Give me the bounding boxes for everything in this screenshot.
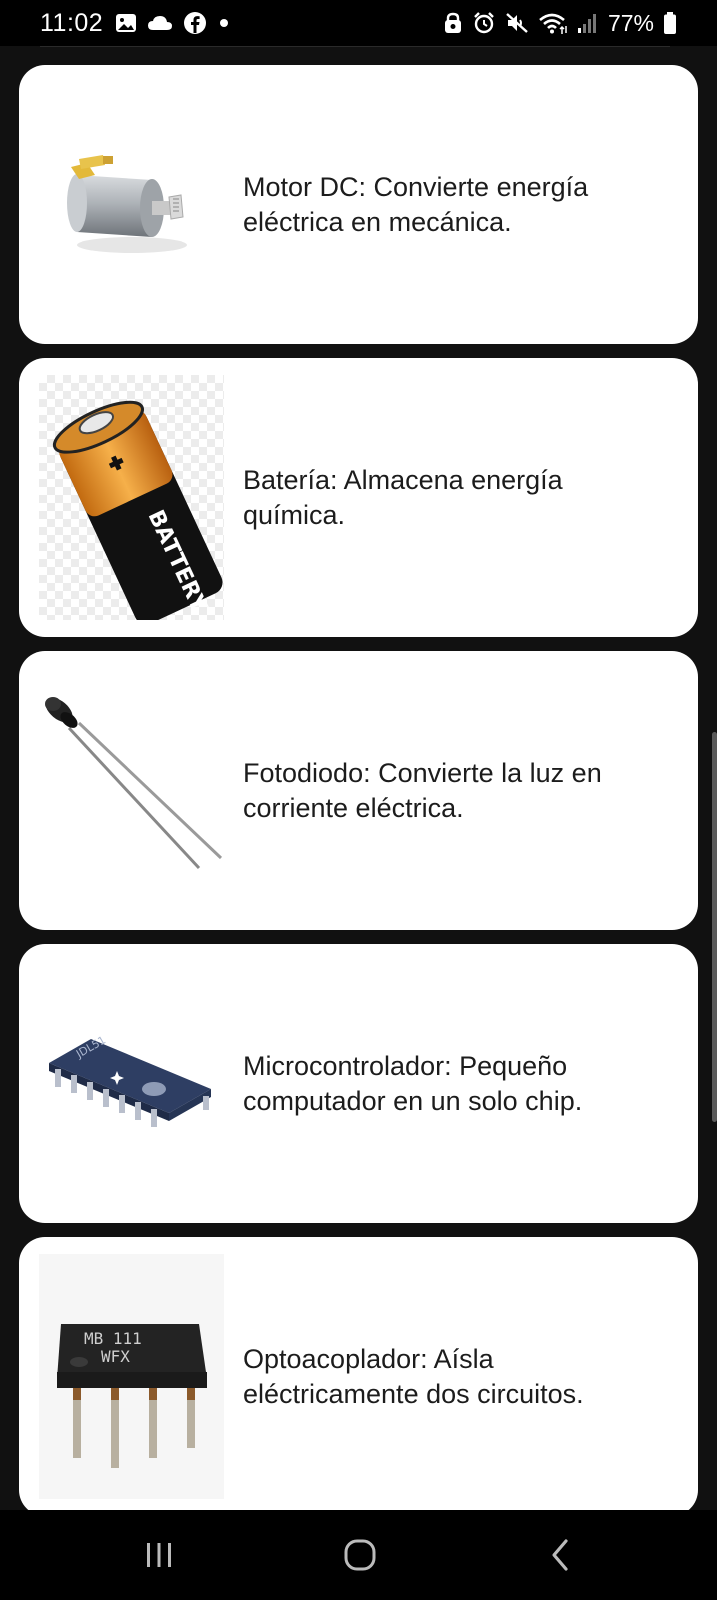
card-fotodiodo[interactable]: Fotodiodo: Convierte la luz en corriente…: [19, 651, 698, 930]
card-description: Motor DC: Convierte energía eléctrica en…: [243, 171, 589, 237]
card-motor-dc[interactable]: Motor DC: Convierte energía eléctrica en…: [19, 65, 698, 344]
status-time: 11:02: [40, 8, 104, 37]
dc-motor-image: [39, 82, 224, 327]
navigation-bar: [0, 1510, 717, 1600]
mute-icon: [506, 13, 528, 33]
card-microcontrolador[interactable]: JDL51 Microcontrolador: Pequeño computad…: [19, 944, 698, 1223]
wifi-icon: [539, 13, 567, 34]
optocoupler-label-2: WFX: [101, 1347, 130, 1366]
back-icon: [552, 1539, 568, 1571]
card-optoacoplador[interactable]: MB 111 WFX Optoacoplador: Aísla eléctric…: [19, 1237, 698, 1510]
optocoupler-label-1: MB 111: [84, 1329, 142, 1348]
recent-apps-button[interactable]: [134, 1532, 184, 1578]
recent-apps-icon: [147, 1543, 171, 1567]
battery-percent: 77%: [607, 9, 654, 36]
system-icons: 77%: [443, 10, 677, 37]
dot-icon: [220, 19, 229, 27]
battery-icon: [664, 12, 676, 34]
card-description: Batería: Almacena energía química.: [243, 464, 563, 530]
component-list[interactable]: Motor DC: Convierte energía eléctrica en…: [0, 47, 717, 1510]
home-button[interactable]: [335, 1532, 385, 1578]
home-icon: [344, 1539, 376, 1571]
battery-image: BATTERY: [39, 375, 224, 620]
vpn-lock-icon: [444, 12, 461, 33]
facebook-icon: [184, 12, 207, 34]
optocoupler-image: MB 111 WFX: [39, 1254, 224, 1499]
notification-icons: [115, 11, 231, 35]
card-bateria[interactable]: BATTERY Batería: Almacena energía químic…: [19, 358, 698, 637]
card-description: Microcontrolador: Pequeño computador en …: [243, 1050, 583, 1116]
cloud-icon: [148, 16, 173, 30]
card-description: Optoacoplador: Aísla eléctricamente dos …: [243, 1343, 584, 1409]
card-description: Fotodiodo: Convierte la luz en corriente…: [243, 757, 602, 823]
scrollbar[interactable]: [712, 732, 717, 1122]
back-button[interactable]: [535, 1532, 585, 1578]
photodiode-image: [39, 668, 224, 913]
gallery-icon: [116, 14, 137, 32]
signal-icon: [577, 14, 596, 33]
microcontroller-image: JDL51: [39, 961, 224, 1206]
alarm-icon: [474, 12, 494, 34]
status-bar: 11:02 77%: [0, 0, 717, 46]
